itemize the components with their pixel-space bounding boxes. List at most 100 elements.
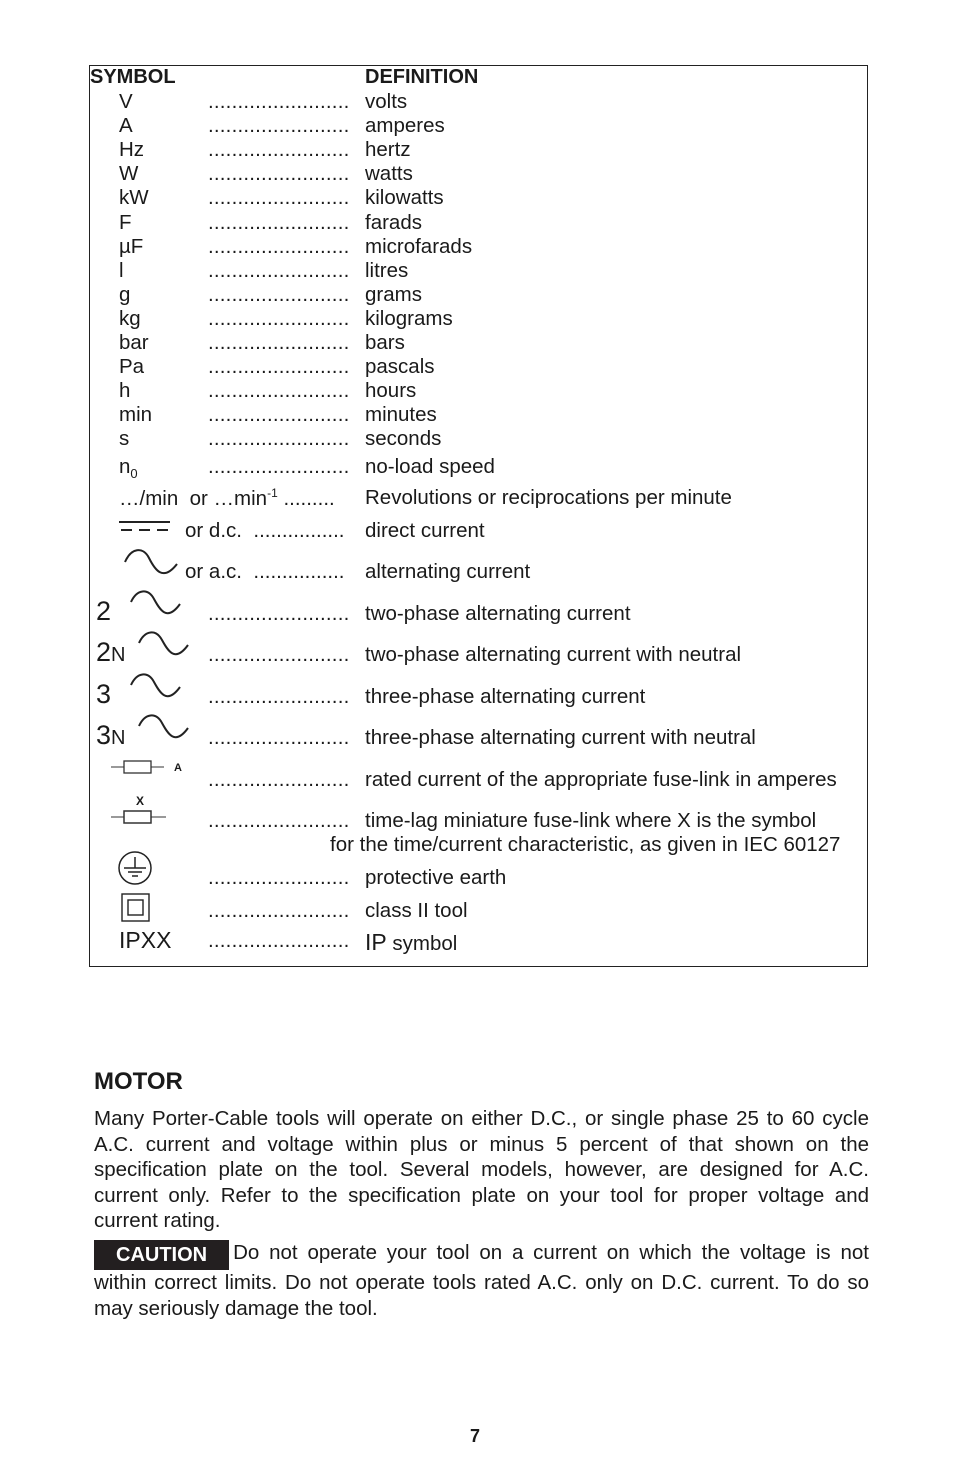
definition: alternating current xyxy=(365,560,531,583)
phase-number: 2 xyxy=(96,596,112,626)
definition: volts xyxy=(365,90,408,113)
definition: pascals xyxy=(365,355,435,379)
symbol: s xyxy=(119,427,130,451)
leader-dots: ......... xyxy=(283,486,335,510)
phase-number: 2 xyxy=(96,637,112,667)
leader-dots: ........................ xyxy=(208,331,350,354)
leader-dots: ........................ xyxy=(208,138,350,162)
motor-paragraph: Many Porter-Cable tools will operate on … xyxy=(94,1107,869,1232)
leader-dots: ........................ xyxy=(208,427,350,451)
symbol-row: bar........................ bars xyxy=(0,331,954,357)
definition: rated current of the appropriate fuse-li… xyxy=(365,768,837,791)
definition: no-load speed xyxy=(365,455,495,478)
symbol-row: V........................ volts xyxy=(0,90,954,116)
definition: amperes xyxy=(365,114,445,138)
symbol: …/min or …min xyxy=(119,486,268,510)
leader-dots: ........................ xyxy=(208,602,350,625)
symbol: W xyxy=(119,162,139,186)
definition: bars xyxy=(365,331,405,354)
definition: litres xyxy=(365,258,409,282)
definition: class II tool xyxy=(365,899,468,922)
caution-paragraph: CAUTION Do not operate your tool on a cur… xyxy=(94,1240,869,1321)
leader-dots: ........................ xyxy=(208,258,350,282)
leader-dots: ........................ xyxy=(208,768,350,791)
alternating-current-icon xyxy=(130,673,181,698)
leader-dots: ........................ xyxy=(208,210,350,234)
alternating-current-icon xyxy=(124,549,178,575)
leader-dots: ........................ xyxy=(208,726,350,749)
symbol-row: h........................ hours xyxy=(0,379,954,405)
subscript: 0 xyxy=(130,466,138,482)
ip-prefix: IP xyxy=(365,929,387,955)
definition: Revolutions or reciprocations per minute xyxy=(365,486,732,509)
definition-continued: for the time/current characteristic, as … xyxy=(330,833,841,856)
symbol: bar xyxy=(119,331,149,354)
symbol-row: A........................ amperes xyxy=(0,114,954,140)
symbol: V xyxy=(119,90,133,113)
symbol: Hz xyxy=(119,138,145,162)
leader-dots: ........................ xyxy=(208,306,350,330)
definition: protective earth xyxy=(365,866,507,889)
definition: kilowatts xyxy=(365,186,444,210)
definition: grams xyxy=(365,282,422,306)
definition: two-phase alternating current with neutr… xyxy=(365,643,742,666)
symbol-row: Pa........................ pascals xyxy=(0,355,954,381)
definition: three-phase alternating current xyxy=(365,685,646,708)
alternating-current-icon xyxy=(138,714,189,739)
definition: hertz xyxy=(365,138,411,162)
leader-dots: ........................ xyxy=(208,186,350,210)
leader-dots: ........................ xyxy=(208,809,350,832)
row-ip-symbol: IPXX ........................ IP symbol xyxy=(0,927,954,955)
row-two-phase-neutral: 2N ........................ two-phase al… xyxy=(0,631,954,669)
fuse-link-icon xyxy=(111,760,164,774)
symbol-row: kg........................ kilograms xyxy=(0,307,954,333)
symbol: h xyxy=(119,379,131,403)
leader-dots: ........................ xyxy=(208,403,350,427)
symbol: min xyxy=(119,403,153,427)
row-three-phase-neutral: 3N ........................ three-phase … xyxy=(0,714,954,752)
symbol: µF xyxy=(119,234,144,258)
symbol: A xyxy=(119,114,133,138)
symbol-row: min........................ minutes xyxy=(0,403,954,429)
protective-earth-icon xyxy=(118,851,152,885)
symbol-row: Hz........................ hertz xyxy=(0,138,954,164)
symbol-row: W........................ watts xyxy=(0,162,954,188)
fuse-label: X xyxy=(136,794,145,808)
definition: microfarads xyxy=(365,234,473,258)
leader-dots: ........................ xyxy=(208,379,350,403)
leader-dots: ........................ xyxy=(208,643,350,666)
symbol: or d.c. xyxy=(185,519,242,542)
leader-dots: ........................ xyxy=(208,162,350,186)
leader-dots: ................ xyxy=(253,560,345,583)
symbol-row: µF........................ microfarads xyxy=(0,235,954,261)
symbol-row: kW........................ kilowatts xyxy=(0,186,954,212)
alternating-current-icon xyxy=(130,590,181,615)
leader-dots: ................ xyxy=(253,519,345,542)
leader-dots: ........................ xyxy=(208,90,350,113)
symbol-row: g........................ grams xyxy=(0,283,954,309)
definition: direct current xyxy=(365,519,485,542)
direct-current-icon xyxy=(119,521,170,531)
symbol: l xyxy=(119,258,124,282)
symbol-row: s........................ seconds xyxy=(0,427,954,453)
time-lag-fuse-icon xyxy=(111,810,166,824)
class-ii-tool-icon xyxy=(121,893,150,922)
caution-badge: CAUTION xyxy=(94,1240,230,1270)
definition: time-lag miniature fuse-link where X is … xyxy=(365,809,817,832)
symbol-header: SYMBOL xyxy=(90,66,176,88)
symbol-row: l........................ litres xyxy=(0,259,954,285)
definition: watts xyxy=(365,162,413,186)
fuse-label: A xyxy=(174,762,182,774)
page-number: 7 xyxy=(470,1426,481,1446)
row-direct-current: or d.c. ................ direct current xyxy=(0,519,954,545)
neutral-label: N xyxy=(111,727,126,749)
row-two-phase: 2 ........................ two-phase alt… xyxy=(0,590,954,628)
leader-dots: ........................ xyxy=(208,355,350,379)
definition: three-phase alternating current with neu… xyxy=(365,726,756,749)
definition: minutes xyxy=(365,403,437,427)
phase-number: 3 xyxy=(96,720,112,750)
phase-number: 3 xyxy=(96,679,112,709)
symbol: kW xyxy=(119,186,149,210)
symbol: or a.c. xyxy=(185,560,242,583)
leader-dots: ........................ xyxy=(208,866,350,889)
